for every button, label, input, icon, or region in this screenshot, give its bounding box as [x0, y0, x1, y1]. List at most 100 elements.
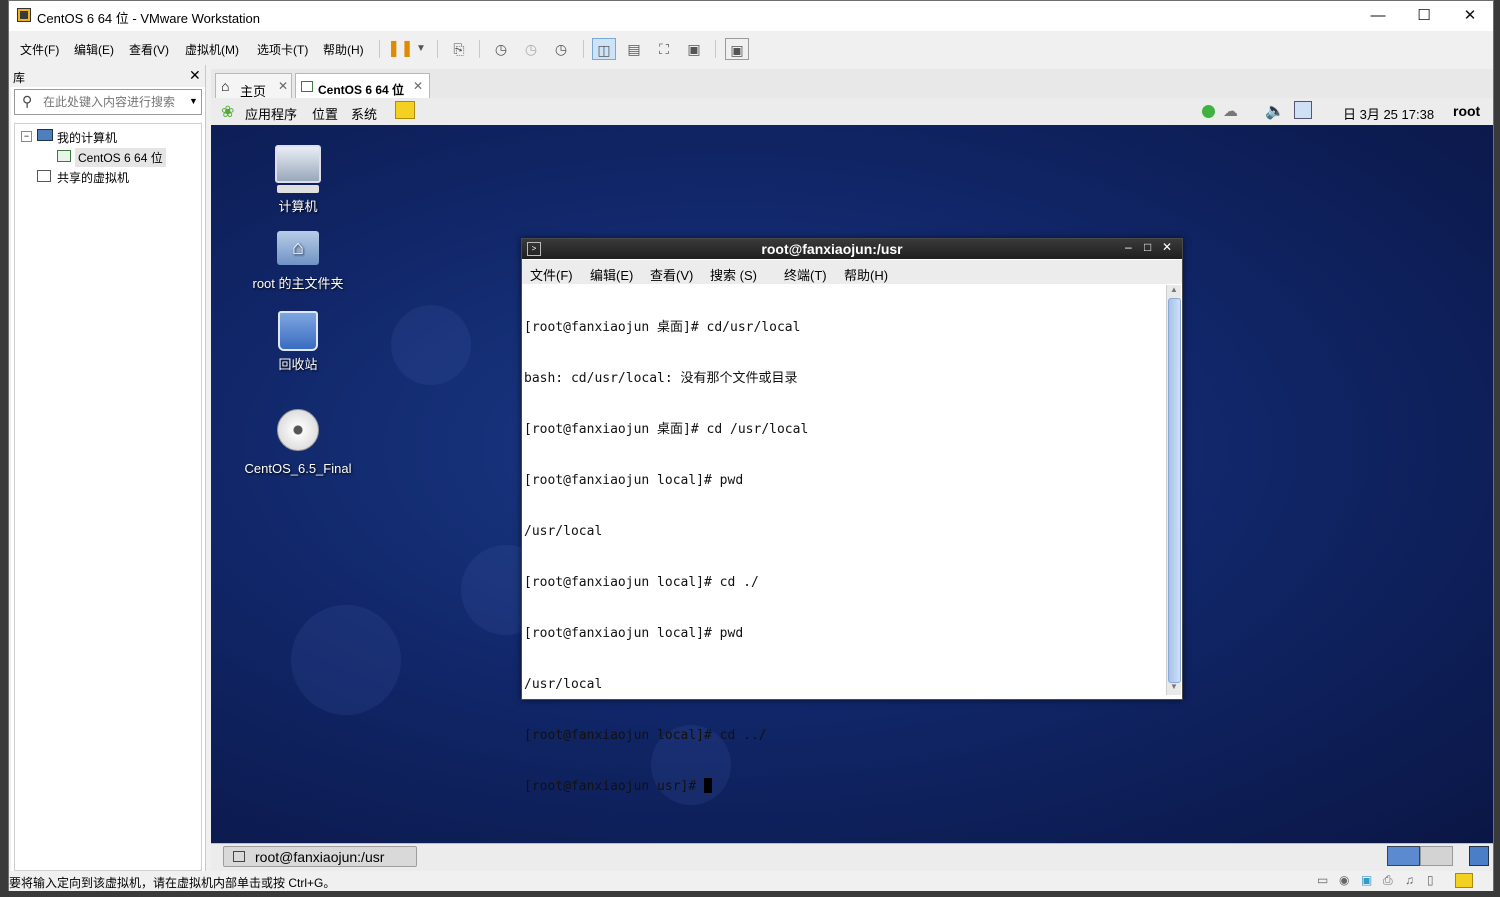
vm-icon [57, 150, 71, 162]
console-view-icon[interactable]: ▣ [725, 38, 749, 60]
send-keys-icon[interactable]: ⎘ [447, 38, 471, 60]
gnome-bottom-panel: root@fanxiaojun:/usr [211, 843, 1493, 871]
taskbar-terminal-item[interactable]: root@fanxiaojun:/usr [223, 846, 417, 867]
message-icon[interactable] [1455, 873, 1473, 888]
terminal-menu-view[interactable]: 查看(V) [650, 265, 693, 284]
desktop-icon-trash[interactable]: 回收站 [238, 311, 358, 373]
network-disconnected-icon[interactable] [1294, 101, 1312, 119]
tree-collapse-icon[interactable]: − [21, 131, 32, 142]
network-icon[interactable]: ☁ [1223, 102, 1238, 120]
tab-vm-close-icon[interactable]: ✕ [413, 79, 423, 93]
menu-file[interactable]: 文件(F) [20, 41, 59, 58]
notes-icon[interactable] [395, 101, 415, 119]
menu-system[interactable]: 系统 [351, 104, 377, 123]
terminal-line: [root@fanxiaojun local]# pwd [524, 473, 744, 488]
terminal-window[interactable]: > root@fanxiaojun:/usr – □ ✕ 文件(F) 编辑(E)… [521, 238, 1183, 794]
snapshot-manager-icon[interactable]: ◷ [549, 38, 573, 60]
tree-item-my-computer[interactable]: 我的计算机 [57, 129, 117, 146]
home-icon: ⌂ [221, 78, 230, 94]
library-header: 库 ✕ [11, 65, 205, 87]
gnome-foot-icon: ❀ [221, 104, 235, 121]
terminal-scrollbar[interactable]: ▲ ▼ [1166, 285, 1181, 695]
menu-edit[interactable]: 编辑(E) [74, 41, 114, 58]
chevron-down-icon[interactable]: ▼ [409, 38, 433, 60]
status-bar: 要将输入定向到该虚拟机，请在虚拟机内部单击或按 Ctrl+G。 ▭ ◉ ▣ ⎙ … [9, 871, 1493, 891]
scroll-down-arrow[interactable]: ▼ [1167, 682, 1181, 694]
desktop-icon-computer[interactable]: 计算机 [238, 145, 358, 215]
terminal-line: [root@fanxiaojun local]# pwd [524, 626, 744, 641]
desktop-icon-label: root 的主文件夹 [252, 276, 344, 291]
close-button[interactable]: ✕ [1447, 1, 1493, 31]
volume-icon[interactable]: 🔈 [1265, 101, 1285, 121]
shared-vm-icon [37, 170, 51, 182]
workspace-2[interactable] [1420, 846, 1453, 866]
revert-snapshot-icon[interactable]: ◷ [519, 38, 543, 60]
computer-base [277, 185, 319, 193]
terminal-menu-terminal[interactable]: 终端(T) [784, 265, 827, 284]
workspace-1[interactable] [1387, 846, 1420, 866]
gnome-desktop[interactable]: 计算机 ⌂ root 的主文件夹 回收站 CentOS_6.5_Final > … [211, 125, 1493, 843]
search-dropdown-icon[interactable]: ▼ [189, 96, 198, 106]
menu-tabs[interactable]: 选项卡(T) [257, 41, 308, 58]
tab-vm[interactable]: CentOS 6 64 位 ✕ [295, 73, 430, 101]
tab-home-close-icon[interactable]: ✕ [278, 79, 288, 93]
terminal-menu-help[interactable]: 帮助(H) [844, 265, 888, 284]
hdd-icon[interactable]: ▭ [1317, 873, 1328, 887]
terminal-menu-search[interactable]: 搜索 (S) [710, 265, 757, 284]
tree-item-vm[interactable]: CentOS 6 64 位 [75, 148, 166, 167]
terminal-maximize-button[interactable]: □ [1144, 240, 1151, 254]
cdrom-icon[interactable]: ◉ [1339, 873, 1349, 887]
trash-icon [278, 311, 318, 351]
printer-icon[interactable]: ⎙ [1383, 873, 1393, 888]
fullscreen-icon[interactable]: ⛶ [652, 38, 676, 60]
toolbar-separator [437, 40, 438, 58]
search-input[interactable] [41, 92, 185, 112]
show-library-icon[interactable]: ◫ [592, 38, 616, 60]
tree-item-shared[interactable]: 共享的虚拟机 [57, 169, 129, 186]
minimize-button[interactable]: — [1355, 1, 1401, 31]
menu-vm[interactable]: 虚拟机(M) [185, 41, 239, 58]
bokeh-decoration [291, 605, 401, 715]
desktop-icon-home[interactable]: ⌂ root 的主文件夹 [238, 231, 358, 292]
menu-places[interactable]: 位置 [312, 104, 338, 123]
terminal-titlebar[interactable]: > root@fanxiaojun:/usr – □ ✕ [522, 239, 1182, 259]
scroll-thumb[interactable] [1168, 298, 1181, 683]
terminal-line: [root@fanxiaojun usr]# [524, 779, 705, 794]
thumbnail-bar-icon[interactable]: ▤ [622, 38, 646, 60]
library-title: 库 [13, 71, 26, 85]
menu-help[interactable]: 帮助(H) [323, 41, 364, 58]
pause-icon[interactable]: ❚❚ [387, 38, 414, 60]
guest-screen[interactable]: ❀ 应用程序 位置 系统 ☁ 🔈 日 3月 25 17:38 root 计算机 [211, 98, 1493, 871]
terminal-line: /usr/local [524, 677, 603, 692]
terminal-output[interactable]: [root@fanxiaojun 桌面]# cd/usr/local bash:… [524, 285, 1164, 794]
sound-icon[interactable]: ♫ [1405, 873, 1414, 887]
usb-icon[interactable]: ▯ [1427, 873, 1434, 887]
toolbar-separator [715, 40, 716, 58]
library-tree: − 我的计算机 CentOS 6 64 位 共享的虚拟机 [14, 123, 202, 871]
taskbar-item-label: root@fanxiaojun:/usr [255, 849, 385, 865]
snapshot-icon[interactable]: ◷ [489, 38, 513, 60]
tab-home[interactable]: ⌂ 主页 ✕ [215, 73, 292, 101]
terminal-prompt-line: [root@fanxiaojun usr]# [524, 778, 1164, 795]
scroll-up-arrow[interactable]: ▲ [1167, 285, 1181, 297]
show-desktop-icon[interactable] [1469, 846, 1489, 866]
terminal-menu-file[interactable]: 文件(F) [530, 265, 573, 284]
unity-icon[interactable]: ▣ [682, 38, 706, 60]
panel-datetime[interactable]: 日 3月 25 17:38 [1343, 104, 1434, 123]
computer-icon [275, 145, 321, 183]
menu-applications[interactable]: 应用程序 [245, 104, 297, 123]
desktop-icon-label: 计算机 [278, 199, 318, 214]
maximize-button[interactable]: ☐ [1401, 1, 1447, 31]
network-adapter-icon[interactable]: ▣ [1361, 873, 1372, 887]
panel-user[interactable]: root [1453, 103, 1480, 119]
status-green-icon[interactable] [1202, 105, 1215, 118]
tab-strip: ⌂ 主页 ✕ CentOS 6 64 位 ✕ [211, 69, 1493, 101]
title-bar: CentOS 6 64 位 - VMware Workstation — ☐ ✕ [9, 1, 1493, 31]
desktop-icon-dvd[interactable]: CentOS_6.5_Final [238, 409, 358, 476]
toolbar-separator [379, 40, 380, 58]
terminal-close-button[interactable]: ✕ [1162, 240, 1172, 254]
menu-view[interactable]: 查看(V) [129, 41, 169, 58]
library-close-icon[interactable]: ✕ [189, 67, 201, 84]
terminal-minimize-button[interactable]: – [1125, 240, 1132, 254]
terminal-menu-edit[interactable]: 编辑(E) [590, 265, 633, 284]
